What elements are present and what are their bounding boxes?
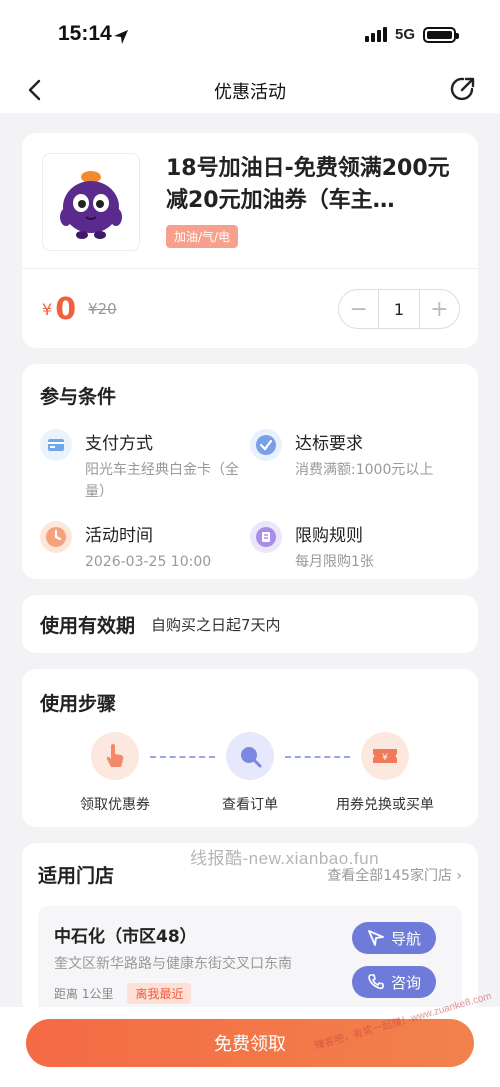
- navigate-label: 导航: [390, 929, 421, 948]
- network-label: 5G: [394, 26, 415, 43]
- increment-button[interactable]: +: [420, 290, 459, 328]
- document-icon: [250, 521, 282, 553]
- card-icon: [40, 429, 72, 461]
- nearest-badge: 离我最近: [127, 983, 192, 1004]
- steps-title: 使用步骤: [40, 693, 117, 715]
- consult-label: 咨询: [390, 973, 421, 992]
- step-label: 查看订单: [222, 797, 278, 813]
- status-time: 15:14: [58, 22, 112, 45]
- step-order: 查看订单: [185, 732, 315, 814]
- product-card: 18号加油日-免费领满200元减20元加油券（车主… 加油/气/电 ¥ 0 ¥2…: [22, 133, 478, 348]
- svg-text:¥: ¥: [382, 753, 388, 763]
- step-redeem: ¥ 用券兑换或买单: [320, 732, 450, 814]
- consult-button[interactable]: 咨询: [352, 966, 436, 998]
- battery-icon: [423, 26, 459, 43]
- decrement-button[interactable]: −: [339, 290, 378, 328]
- condition-label: 达标要求: [295, 434, 363, 454]
- check-badge-icon: [250, 429, 282, 461]
- back-arrow-icon[interactable]: [22, 76, 50, 104]
- store-address: 奎文区新华路路与健康东街交叉口东南: [54, 956, 292, 972]
- condition-label: 支付方式: [85, 434, 153, 454]
- price-currency: ¥: [42, 299, 53, 319]
- validity-title: 使用有效期: [40, 614, 136, 637]
- mascot-icon: [60, 171, 122, 239]
- navigation-icon: [368, 930, 384, 946]
- condition-label: 限购规则: [295, 526, 363, 546]
- condition-value: 阳光车主经典白金卡（全量）: [85, 462, 239, 500]
- price-value: 0: [55, 291, 77, 327]
- price-row: ¥ 0 ¥20 − 1 +: [42, 269, 460, 349]
- category-tag: 加油/气/电: [166, 225, 239, 248]
- watermark-text: 线报酷-new.xianbao.fun: [190, 849, 380, 868]
- clock-icon: [40, 521, 72, 553]
- condition-payment: 支付方式 阳光车主经典白金卡（全量）: [40, 429, 250, 503]
- nav-bar: 优惠活动: [0, 68, 500, 113]
- status-indicators: 5G: [364, 26, 459, 43]
- condition-label: 活动时间: [85, 526, 153, 546]
- condition-time: 活动时间 2026-03-25 10:00: [40, 521, 250, 573]
- store-item[interactable]: 中石化（市区48） 奎文区新华路路与健康东街交叉口东南 距离 1公里 离我最近 …: [38, 906, 462, 1013]
- location-arrow-icon: [114, 30, 128, 44]
- search-icon: [226, 732, 274, 780]
- signal-icon: [364, 27, 387, 42]
- store-distance: 距离 1公里: [54, 987, 114, 1001]
- validity-card: 使用有效期 自购买之日起7天内: [22, 595, 478, 653]
- quantity-stepper: − 1 +: [338, 289, 460, 329]
- quantity-value: 1: [378, 290, 420, 328]
- conditions-card: 参与条件 支付方式 阳光车主经典白金卡（全量） 达标要求 消费满额:1000元以…: [22, 364, 478, 579]
- product-image: [42, 153, 140, 251]
- condition-limit: 限购规则 每月限购1张: [250, 521, 460, 573]
- condition-value: 每月限购1张: [295, 554, 374, 570]
- ticket-icon: ¥: [361, 732, 409, 780]
- condition-value: 消费满额:1000元以上: [295, 462, 434, 478]
- phone-icon: [368, 974, 384, 990]
- conditions-title: 参与条件: [40, 386, 117, 408]
- step-claim: 领取优惠券: [50, 732, 180, 814]
- tap-hand-icon: [91, 732, 139, 780]
- page-title: 优惠活动: [214, 81, 286, 103]
- status-bar: 15:14 5G: [0, 0, 500, 68]
- navigate-button[interactable]: 导航: [352, 922, 436, 954]
- step-label: 领取优惠券: [80, 797, 150, 813]
- steps-card: 使用步骤 领取优惠券 查看订单 ¥ 用券兑换或买单: [22, 669, 478, 827]
- stores-title: 适用门店: [38, 865, 115, 887]
- claim-button[interactable]: 免费领取: [26, 1019, 474, 1067]
- original-price: ¥20: [88, 300, 117, 318]
- condition-threshold: 达标要求 消费满额:1000元以上: [250, 429, 460, 503]
- condition-value: 2026-03-25 10:00: [85, 554, 212, 570]
- step-label: 用券兑换或买单: [336, 797, 434, 813]
- share-icon[interactable]: [448, 74, 478, 104]
- product-title: 18号加油日-免费领满200元减20元加油券（车主…: [166, 156, 450, 213]
- validity-text: 自购买之日起7天内: [151, 615, 281, 634]
